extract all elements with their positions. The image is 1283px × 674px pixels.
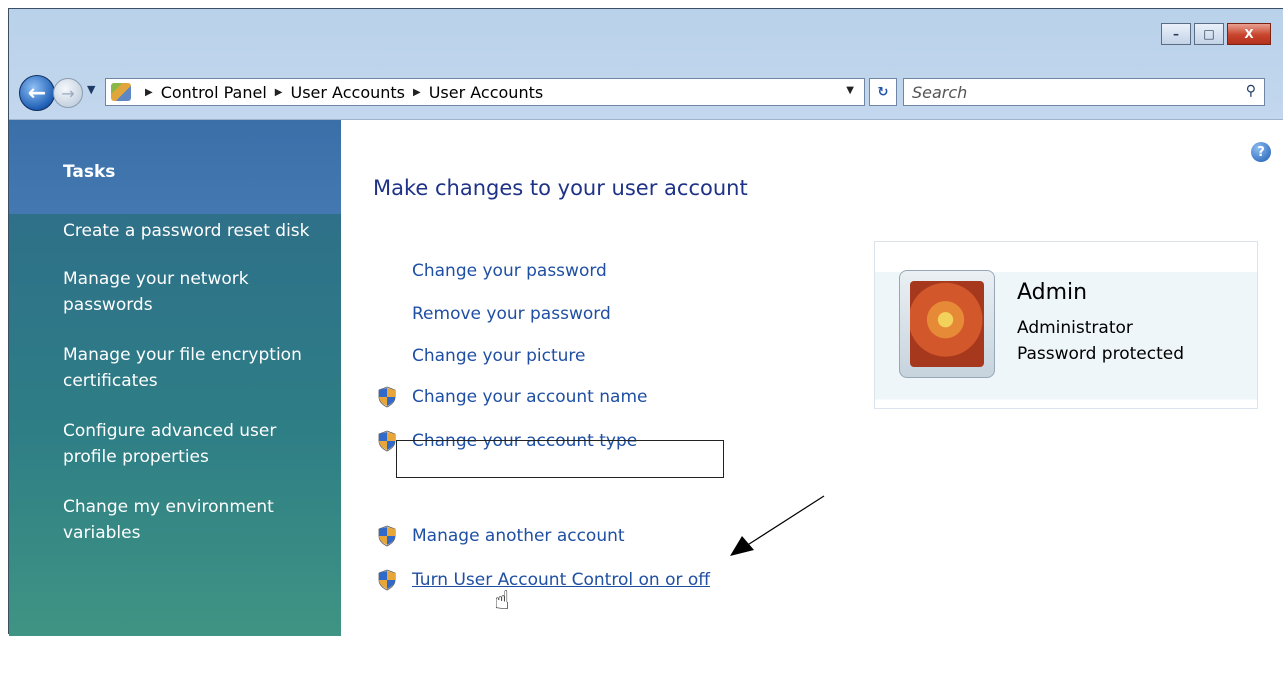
link-change-password[interactable]: Change your password: [412, 261, 607, 281]
sidebar-item-label: Change my environment: [63, 497, 274, 517]
breadcrumb-separator-icon[interactable]: ▶: [413, 87, 421, 98]
breadcrumb-user-accounts-current[interactable]: User Accounts: [429, 83, 544, 102]
sidebar-item-label: Manage your network: [63, 269, 249, 289]
link-remove-password[interactable]: Remove your password: [412, 304, 611, 324]
uac-shield-icon: [378, 386, 396, 408]
tasks-heading: Tasks: [63, 162, 116, 182]
sidebar-item-password-reset-disk[interactable]: Create a password reset disk: [63, 218, 323, 244]
window-controls: – □ X: [1161, 23, 1271, 45]
sidebar-item-label: Create a password reset disk: [63, 221, 310, 241]
content-area: Tasks Create a password reset disk Manag…: [9, 119, 1283, 636]
address-bar[interactable]: ▶ Control Panel ▶ User Accounts ▶ User A…: [105, 78, 865, 106]
sidebar-item-environment-variables[interactable]: Change my environment variables: [63, 494, 323, 546]
uac-shield-icon: [378, 525, 396, 547]
page-title: Make changes to your user account: [373, 176, 748, 200]
account-status: Password protected: [1017, 344, 1185, 364]
search-input[interactable]: Search: [904, 83, 967, 102]
link-change-account-name[interactable]: Change your account name: [412, 387, 647, 407]
sidebar-item-label: Configure advanced user: [63, 421, 277, 441]
hand-pointer-icon: ☝: [494, 586, 510, 616]
breadcrumb-separator-icon[interactable]: ▶: [145, 87, 153, 98]
search-box[interactable]: Search ⚲: [903, 78, 1265, 106]
flower-picture: [910, 281, 984, 367]
callout-highlight-box: [396, 440, 724, 478]
sidebar-item-label: profile properties: [63, 447, 209, 467]
user-account-card: Admin Administrator Password protected: [874, 241, 1258, 409]
sidebar-item-label: Manage your file encryption: [63, 345, 302, 365]
sidebar-item-advanced-profile[interactable]: Configure advanced user profile properti…: [63, 418, 323, 470]
breadcrumb-user-accounts[interactable]: User Accounts: [291, 83, 406, 102]
sidebar-item-label: variables: [63, 523, 141, 543]
close-button[interactable]: X: [1227, 23, 1271, 45]
breadcrumb-control-panel[interactable]: Control Panel: [161, 83, 267, 102]
minimize-button[interactable]: –: [1161, 23, 1191, 45]
sidebar-item-file-encryption[interactable]: Manage your file encryption certificates: [63, 342, 323, 394]
navigation-bar: ← → ▼ ▶ Control Panel ▶ User Accounts ▶ …: [9, 75, 1283, 119]
sidebar-item-label: passwords: [63, 295, 153, 315]
title-bar: – □ X: [9, 9, 1283, 49]
avatar: [899, 270, 995, 378]
link-manage-another-account[interactable]: Manage another account: [412, 526, 625, 546]
task-pane: Tasks Create a password reset disk Manag…: [9, 120, 341, 636]
sidebar-item-network-passwords[interactable]: Manage your network passwords: [63, 266, 323, 318]
control-panel-window: – □ X ← → ▼ ▶ Control Panel ▶ User Accou…: [8, 8, 1283, 636]
uac-shield-icon: [378, 430, 396, 452]
back-button[interactable]: ←: [19, 75, 55, 111]
search-icon[interactable]: ⚲: [1246, 83, 1256, 99]
account-role: Administrator: [1017, 318, 1133, 338]
tasks-header: Tasks: [9, 120, 341, 214]
link-turn-uac-on-off[interactable]: Turn User Account Control on or off: [412, 570, 710, 590]
sidebar-item-label: certificates: [63, 371, 158, 391]
callout-arrow-icon: [730, 495, 825, 556]
history-dropdown-icon[interactable]: ▼: [87, 83, 95, 96]
account-name: Admin: [1017, 280, 1088, 305]
control-panel-icon: [111, 83, 131, 101]
maximize-button[interactable]: □: [1194, 23, 1224, 45]
help-icon[interactable]: ?: [1251, 142, 1271, 162]
uac-shield-icon: [378, 569, 396, 591]
address-dropdown-icon[interactable]: ▼: [846, 85, 854, 96]
link-change-picture[interactable]: Change your picture: [412, 346, 586, 366]
refresh-button[interactable]: ↻: [869, 78, 897, 106]
breadcrumb-separator-icon[interactable]: ▶: [275, 87, 283, 98]
forward-button[interactable]: →: [53, 78, 83, 108]
